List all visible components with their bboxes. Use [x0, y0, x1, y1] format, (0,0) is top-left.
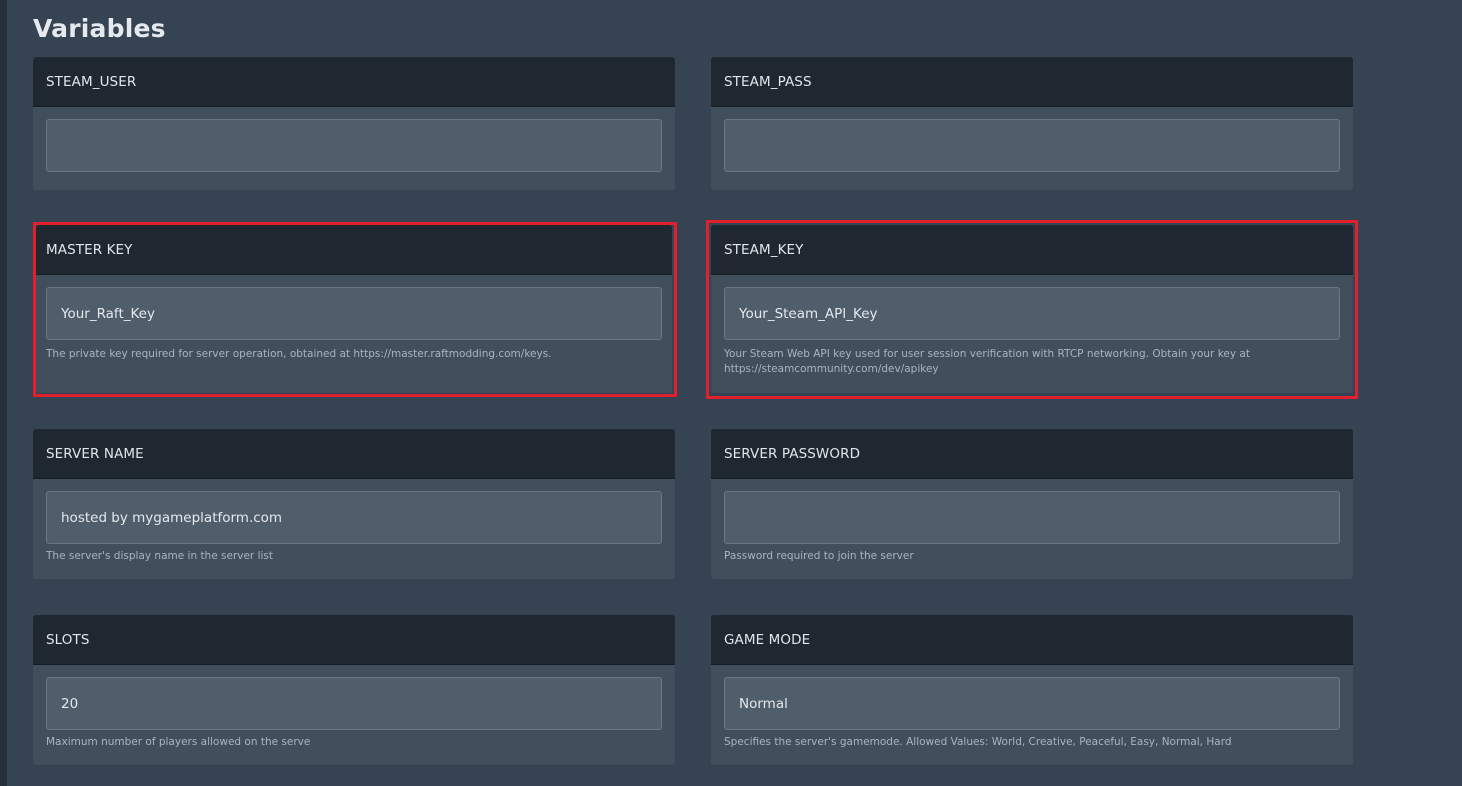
variable-card-master-key: MASTER KEY The private key required for …: [36, 225, 672, 393]
master-key-input[interactable]: [46, 287, 662, 340]
variable-card-server-password: SERVER PASSWORD Password required to joi…: [711, 429, 1353, 579]
variable-card-game-mode: GAME MODE Specifies the server's gamemod…: [711, 615, 1353, 765]
variable-description: Maximum number of players allowed on the…: [46, 736, 311, 748]
variable-label: STEAM_KEY: [724, 242, 804, 258]
server-password-input[interactable]: [724, 491, 1340, 544]
variable-label: SERVER NAME: [46, 446, 144, 462]
steam-key-input[interactable]: [724, 287, 1340, 340]
variable-card-steam-key: STEAM_KEY Your Steam Web API key used fo…: [711, 225, 1353, 393]
variable-description: Your Steam Web API key used for user ses…: [724, 348, 1250, 375]
variable-description: The private key required for server oper…: [46, 348, 552, 360]
server-name-input[interactable]: [46, 491, 662, 544]
variable-label: SLOTS: [46, 632, 90, 648]
game-mode-input[interactable]: [724, 677, 1340, 730]
variable-label: STEAM_USER: [46, 74, 137, 90]
steam-user-input[interactable]: [46, 119, 662, 172]
section-title: Variables: [33, 14, 166, 43]
variable-description: The server's display name in the server …: [46, 550, 274, 562]
variable-label: SERVER PASSWORD: [724, 446, 861, 462]
variables-page: Variables STEAM_USER STEAM_PASS MASTER K…: [0, 0, 1462, 786]
card-header: GAME MODE: [711, 615, 1353, 665]
variable-card-steam-user: STEAM_USER: [33, 57, 675, 190]
card-header: STEAM_USER: [33, 57, 675, 107]
variable-label: GAME MODE: [724, 632, 811, 648]
variable-card-server-name: SERVER NAME The server's display name in…: [33, 429, 675, 579]
card-header: MASTER KEY: [36, 225, 672, 275]
variable-label: MASTER KEY: [46, 242, 133, 258]
card-header: STEAM_PASS: [711, 57, 1353, 107]
slots-input[interactable]: [46, 677, 662, 730]
variable-description: Password required to join the server: [724, 550, 914, 562]
card-header: SLOTS: [33, 615, 675, 665]
variable-description: Specifies the server's gamemode. Allowed…: [724, 736, 1232, 748]
variable-card-steam-pass: STEAM_PASS: [711, 57, 1353, 190]
steam-pass-input[interactable]: [724, 119, 1340, 172]
card-header: SERVER PASSWORD: [711, 429, 1353, 479]
card-header: SERVER NAME: [33, 429, 675, 479]
variable-card-slots: SLOTS Maximum number of players allowed …: [33, 615, 675, 765]
card-header: STEAM_KEY: [711, 225, 1353, 275]
left-sidebar-edge: [0, 0, 7, 786]
variable-label: STEAM_PASS: [724, 74, 812, 90]
